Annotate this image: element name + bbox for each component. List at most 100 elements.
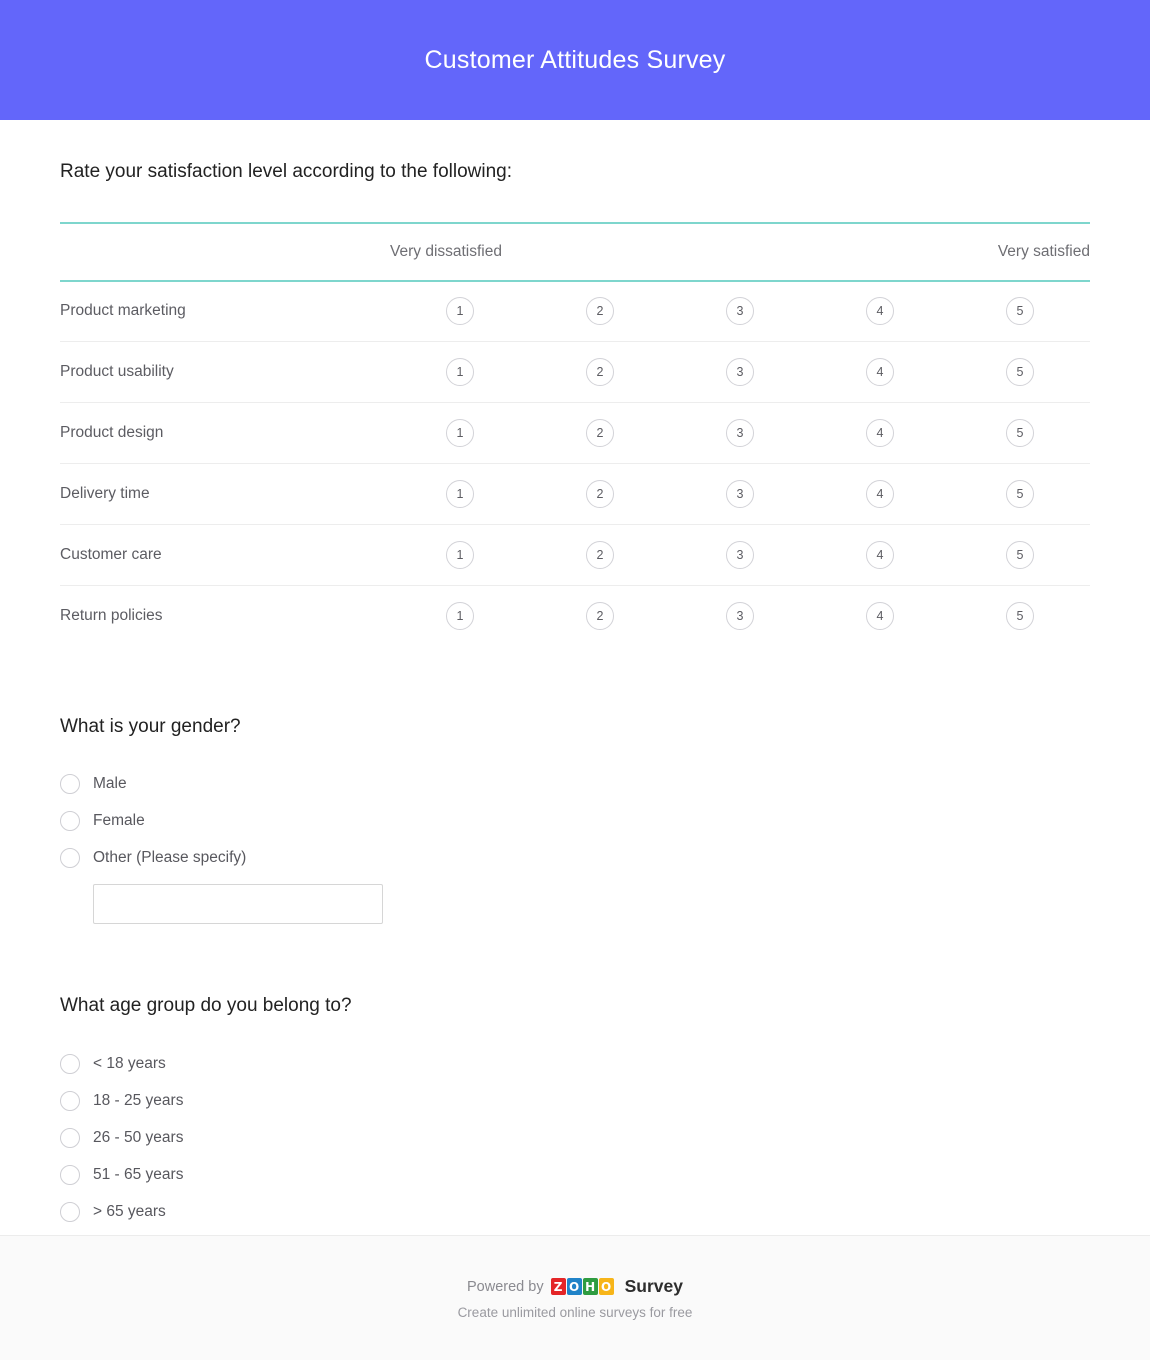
radio-option-circle[interactable]: 2	[586, 419, 614, 448]
radio-option-26-50[interactable]: 26 - 50 years	[60, 1119, 1090, 1156]
radio-option-circle[interactable]: 1	[446, 602, 474, 631]
radio-option-circle[interactable]: 1	[446, 358, 474, 387]
radio-option-circle[interactable]: 4	[866, 541, 894, 570]
radio-option-under-18[interactable]: < 18 years	[60, 1045, 1090, 1082]
matrix-body: Product marketing 1 2 3 4 5 Product usab…	[60, 280, 1090, 647]
question-matrix-satisfaction: Rate your satisfaction level according t…	[60, 120, 1090, 647]
radio-option-circle[interactable]: 5	[1006, 297, 1034, 326]
radio-option-circle[interactable]: 3	[726, 541, 754, 570]
matrix-row-label: Customer care	[60, 524, 390, 587]
matrix-cell-product-marketing-1[interactable]: 1	[390, 280, 530, 343]
question-gender: What is your gender? Male Female Other (…	[60, 647, 1090, 925]
radio-option-circle[interactable]: 4	[866, 480, 894, 509]
matrix-cell-product-design-3[interactable]: 3	[670, 402, 810, 465]
matrix-row-label: Product marketing	[60, 280, 390, 343]
zoho-letter-tile-z: Z	[550, 1278, 566, 1295]
radio-circle-icon[interactable]	[60, 1090, 80, 1111]
matrix-cell-delivery-time-4[interactable]: 4	[810, 463, 950, 526]
matrix-corner-cell	[60, 221, 390, 282]
table-row: Customer care 1 2 3 4 5	[60, 524, 1090, 587]
radio-option-18-25[interactable]: 18 - 25 years	[60, 1082, 1090, 1119]
zoho-logo-icon: Z O H O	[550, 1278, 614, 1295]
radio-option-circle[interactable]: 3	[726, 358, 754, 387]
matrix-cell-customer-care-4[interactable]: 4	[810, 524, 950, 587]
matrix-row-label: Return policies	[60, 607, 163, 625]
matrix-header: Very dissatisfied Very satisfied	[60, 221, 1090, 282]
matrix-cell-product-design-2[interactable]: 2	[530, 402, 670, 465]
radio-option-circle[interactable]: 2	[586, 480, 614, 509]
table-row: Return policies 1 2 3 4 5	[60, 586, 1090, 647]
matrix-cell-product-design-5[interactable]: 5	[950, 402, 1090, 465]
radio-option-circle[interactable]: 3	[726, 602, 754, 631]
matrix-cell-return-policies-5[interactable]: 5	[950, 586, 1090, 647]
radio-circle-icon[interactable]	[60, 1201, 80, 1222]
matrix-cell-customer-care-5[interactable]: 5	[950, 524, 1090, 587]
radio-option-circle[interactable]: 4	[866, 297, 894, 326]
radio-option-other[interactable]: Other (Please specify)	[60, 839, 1090, 876]
radio-option-circle[interactable]: 3	[726, 480, 754, 509]
radio-option-51-65[interactable]: 51 - 65 years	[60, 1156, 1090, 1193]
radio-option-circle[interactable]: 4	[866, 419, 894, 448]
radio-circle-icon[interactable]	[60, 810, 80, 831]
powered-by-text: Powered by	[467, 1278, 544, 1295]
matrix-cell-product-marketing-2[interactable]: 2	[530, 280, 670, 343]
matrix-cell-product-marketing-4[interactable]: 4	[810, 280, 950, 343]
radio-option-female[interactable]: Female	[60, 802, 1090, 839]
gender-other-input[interactable]	[93, 884, 383, 925]
gender-options-list: Male Female Other (Please specify)	[60, 765, 1090, 925]
matrix-cell-return-policies-1[interactable]: 1	[390, 586, 530, 647]
radio-option-circle[interactable]: 5	[1006, 480, 1034, 509]
radio-option-male[interactable]: Male	[60, 765, 1090, 802]
table-row: Product design 1 2 3 4 5	[60, 402, 1090, 465]
option-label: > 65 years	[93, 1202, 166, 1220]
matrix-cell-product-usability-1[interactable]: 1	[390, 341, 530, 404]
matrix-cell-product-usability-4[interactable]: 4	[810, 341, 950, 404]
radio-option-circle[interactable]: 2	[586, 358, 614, 387]
radio-option-circle[interactable]: 5	[1006, 602, 1034, 631]
matrix-row-label: Delivery time	[60, 463, 390, 526]
matrix-table-wrapper: Very dissatisfied Very satisfied Product…	[60, 221, 1090, 647]
radio-circle-icon[interactable]	[60, 1127, 80, 1148]
radio-circle-icon[interactable]	[60, 1164, 80, 1185]
radio-option-circle[interactable]: 5	[1006, 541, 1034, 570]
radio-option-circle[interactable]: 5	[1006, 358, 1034, 387]
matrix-cell-product-design-1[interactable]: 1	[390, 402, 530, 465]
radio-option-circle[interactable]: 2	[586, 541, 614, 570]
matrix-cell-return-policies-4[interactable]: 4	[810, 586, 950, 647]
radio-option-circle[interactable]: 1	[446, 480, 474, 509]
matrix-cell-product-design-4[interactable]: 4	[810, 402, 950, 465]
radio-option-circle[interactable]: 1	[446, 297, 474, 326]
matrix-cell-customer-care-1[interactable]: 1	[390, 524, 530, 587]
radio-circle-icon[interactable]	[60, 1053, 80, 1074]
scale-label-left: Very dissatisfied	[390, 221, 530, 282]
matrix-cell-customer-care-2[interactable]: 2	[530, 524, 670, 587]
matrix-cell-delivery-time-1[interactable]: 1	[390, 463, 530, 526]
matrix-cell-product-marketing-3[interactable]: 3	[670, 280, 810, 343]
radio-option-circle[interactable]: 3	[726, 297, 754, 326]
radio-option-circle[interactable]: 3	[726, 419, 754, 448]
matrix-cell-delivery-time-3[interactable]: 3	[670, 463, 810, 526]
zoho-letter-tile-o2: O	[598, 1278, 614, 1295]
matrix-cell-return-policies-2[interactable]: 2	[530, 586, 670, 647]
matrix-cell-product-usability-3[interactable]: 3	[670, 341, 810, 404]
matrix-cell-product-usability-5[interactable]: 5	[950, 341, 1090, 404]
radio-option-circle[interactable]: 2	[586, 297, 614, 326]
radio-option-circle[interactable]: 2	[586, 602, 614, 631]
matrix-cell-delivery-time-5[interactable]: 5	[950, 463, 1090, 526]
radio-option-circle[interactable]: 4	[866, 602, 894, 631]
matrix-cell-customer-care-3[interactable]: 3	[670, 524, 810, 587]
radio-option-circle[interactable]: 1	[446, 541, 474, 570]
survey-footer: Powered by Z O H O Survey Create unlimit…	[0, 1235, 1150, 1360]
radio-option-over-65[interactable]: > 65 years	[60, 1193, 1090, 1230]
matrix-cell-return-policies-3[interactable]: 3	[670, 586, 810, 647]
option-label: 51 - 65 years	[93, 1165, 184, 1183]
radio-circle-icon[interactable]	[60, 773, 80, 794]
matrix-cell-delivery-time-2[interactable]: 2	[530, 463, 670, 526]
radio-option-circle[interactable]: 4	[866, 358, 894, 387]
radio-option-circle[interactable]: 5	[1006, 419, 1034, 448]
radio-option-circle[interactable]: 1	[446, 419, 474, 448]
radio-circle-icon[interactable]	[60, 847, 80, 868]
scale-label-right: Very satisfied	[950, 221, 1090, 282]
matrix-cell-product-marketing-5[interactable]: 5	[950, 280, 1090, 343]
matrix-cell-product-usability-2[interactable]: 2	[530, 341, 670, 404]
